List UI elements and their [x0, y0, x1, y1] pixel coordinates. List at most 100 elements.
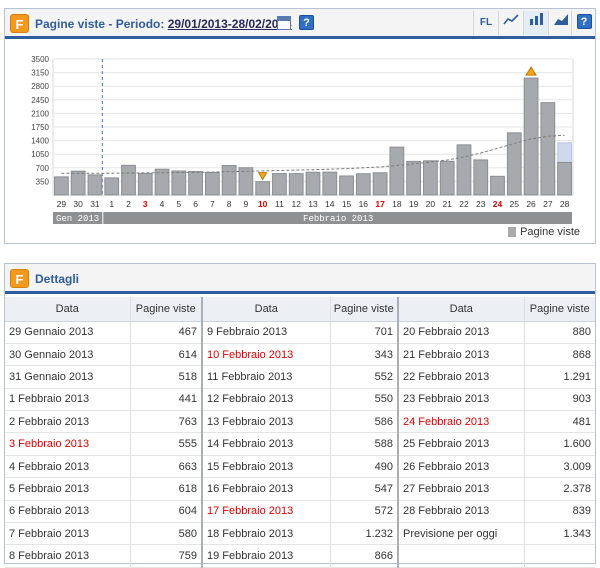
date-cell	[398, 544, 525, 568]
y-tick-label: 2450	[31, 96, 49, 105]
value-cell: 839	[524, 500, 595, 524]
bar	[188, 171, 203, 196]
value-cell: 490	[330, 455, 399, 479]
date-cell: 13 Febbraio 2013	[202, 410, 331, 434]
date-cell: 3 Febbraio 2013	[5, 432, 131, 456]
value-cell: 1.291	[524, 365, 595, 389]
date-cell: 31 Gennaio 2013	[5, 365, 131, 389]
period-link[interactable]: 29/01/2013-28/02/2013	[168, 17, 292, 31]
value-cell: 547	[330, 477, 399, 501]
x-tick-label: 18	[392, 199, 402, 209]
value-cell: 580	[130, 522, 203, 546]
table-row: 31 Gennaio 2013 518 11 Febbraio 2013 552 22 …	[5, 365, 595, 389]
bar	[439, 160, 455, 196]
date-cell: 29 Gennaio 2013	[5, 321, 131, 344]
legend-swatch	[508, 227, 517, 237]
bar	[305, 171, 321, 196]
bar	[137, 172, 153, 196]
value-cell: 588	[330, 432, 399, 456]
table-row: 2 Febbraio 2013 763 13 Febbraio 2013 586 24 …	[5, 410, 595, 434]
value-cell: 604	[130, 500, 203, 524]
date-cell: 14 Febbraio 2013	[202, 432, 331, 456]
x-tick-label: 10	[258, 199, 268, 209]
f-logo-icon: F	[10, 269, 29, 288]
date-cell: 23 Febbraio 2013	[398, 388, 525, 412]
date-cell: 21 Febbraio 2013	[398, 343, 525, 367]
details-panel-header: F Dettagli	[5, 264, 595, 294]
bar	[523, 77, 539, 196]
chart-panel-header: F Pagine viste - Periodo: 29/01/2013-28/…	[5, 9, 595, 39]
value-cell: 1.343	[524, 522, 595, 546]
bar	[272, 173, 287, 196]
area-chart-icon	[554, 14, 568, 25]
f-logo-icon: F	[10, 14, 29, 33]
bar-chart-icon	[530, 13, 543, 25]
bar-chart-button[interactable]	[523, 11, 548, 35]
header-data: Data	[202, 297, 331, 322]
x-tick-label: 11	[275, 199, 284, 209]
header-data: Data	[398, 297, 525, 322]
bar	[322, 171, 338, 196]
date-cell: 18 Febbraio 2013	[202, 522, 331, 546]
x-tick-label: 19	[409, 199, 419, 209]
value-cell: 903	[524, 388, 595, 412]
value-cell: 550	[330, 388, 399, 412]
month-label: Gen 2013	[56, 214, 99, 224]
x-tick-label: 21	[442, 199, 452, 209]
area-chart-button[interactable]	[548, 11, 573, 35]
legend-label: Pagine viste	[520, 226, 580, 238]
x-tick-label: 2	[126, 199, 131, 209]
details-header-row: Data Pagine viste Data Pagine viste Data…	[5, 297, 595, 322]
y-tick-label: 1750	[31, 123, 49, 132]
date-cell: 24 Febbraio 2013	[398, 410, 525, 434]
value-cell: 552	[330, 365, 399, 389]
x-tick-label: 14	[325, 199, 335, 209]
help-icon[interactable]: ?	[299, 15, 314, 30]
x-tick-label: 1	[109, 199, 114, 209]
value-cell	[524, 544, 595, 568]
date-cell: 12 Febbraio 2013	[202, 388, 331, 412]
value-cell: 1.232	[330, 522, 399, 546]
x-tick-label: 15	[342, 199, 352, 209]
y-tick-label: 700	[36, 164, 50, 173]
month-label: Febbraio 2013	[303, 214, 373, 224]
bar	[423, 160, 438, 196]
x-tick-label: 17	[375, 199, 385, 209]
date-cell: 26 Febbraio 2013	[398, 455, 525, 479]
value-cell: 866	[330, 544, 399, 568]
x-tick-label: 31	[90, 199, 100, 209]
x-tick-label: 16	[359, 199, 369, 209]
header-data: Data	[5, 297, 131, 322]
bar	[54, 176, 69, 196]
date-cell: 7 Febbraio 2013	[5, 522, 131, 546]
x-tick-label: 5	[176, 199, 181, 209]
bar	[355, 173, 371, 196]
table-row: 3 Febbraio 2013 555 14 Febbraio 2013 588 25 …	[5, 432, 595, 456]
value-cell: 880	[524, 321, 595, 344]
x-tick-label: 13	[308, 199, 318, 209]
bar	[288, 173, 304, 196]
bar	[490, 175, 505, 196]
bar	[389, 146, 405, 196]
table-row: 29 Gennaio 2013 467 9 Febbraio 2013 701 20 F…	[5, 321, 595, 344]
value-cell: 3.009	[524, 455, 595, 479]
bar	[171, 170, 187, 196]
date-cell: 20 Febbraio 2013	[398, 321, 525, 344]
line-chart-button[interactable]	[498, 11, 523, 35]
value-cell: 518	[130, 365, 203, 389]
value-cell: 614	[130, 343, 203, 367]
x-tick-label: 26	[526, 199, 536, 209]
calendar-icon[interactable]	[277, 16, 291, 30]
fl-button[interactable]: FL	[473, 11, 498, 35]
value-cell: 2.378	[524, 477, 595, 501]
x-tick-label: 6	[193, 199, 198, 209]
value-cell: 555	[130, 432, 203, 456]
bar	[238, 167, 254, 196]
x-tick-label: 23	[476, 199, 486, 209]
date-cell: 11 Febbraio 2013	[202, 365, 331, 389]
bar	[87, 174, 103, 196]
x-tick-label: 4	[160, 199, 165, 209]
date-cell: 17 Febbraio 2013	[202, 500, 331, 524]
bar	[339, 175, 354, 196]
help-button[interactable]: ?	[571, 11, 596, 35]
